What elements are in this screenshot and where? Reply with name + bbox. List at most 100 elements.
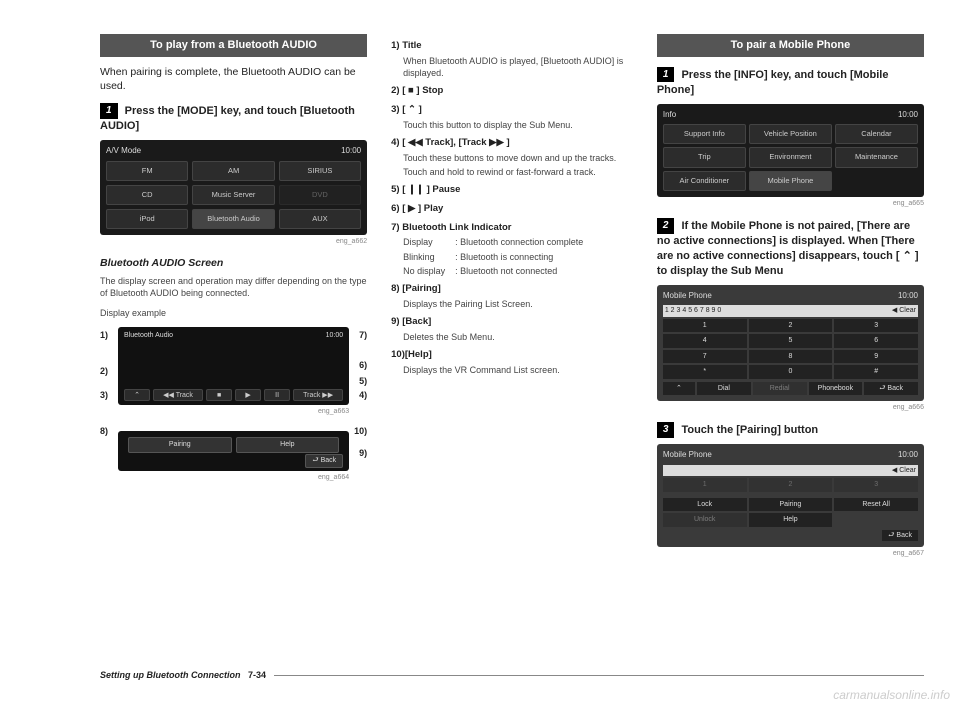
column-1: To play from a Bluetooth AUDIO When pair… [100, 34, 367, 567]
fig-title: Info [663, 110, 676, 121]
def-7-t: 7) Bluetooth Link Indicator [391, 222, 633, 235]
c3-step-2: 2 If the Mobile Phone is not paired, [Th… [657, 218, 924, 278]
definition-list: 1) Title When Bluetooth AUDIO is played,… [391, 40, 633, 376]
subhead-bt-audio-screen: Bluetooth AUDIO Screen [100, 256, 367, 270]
label-6: 6) [359, 359, 367, 371]
screen-b: Pairing Help ⮐ Back [118, 431, 349, 471]
ctrl-pause: II [264, 389, 290, 401]
step-text: Press the [INFO] key, and touch [Mobile … [657, 69, 889, 96]
step-text: If the Mobile Phone is not paired, [Ther… [657, 220, 919, 277]
btn-help: Help [236, 437, 340, 452]
label-2: 2) [100, 365, 108, 377]
def-7-l1: Display: Bluetooth connection complete [403, 236, 633, 248]
watermark: carmanualsonline.info [833, 688, 950, 702]
fig-time: 10:00 [898, 110, 918, 121]
btn-reset: Reset All [834, 498, 918, 511]
btn-unlock: Unlock [663, 513, 747, 526]
callout-figure: 1) 2) 3) 7) 6) 5) 4) Bluetooth Audio 10:… [100, 327, 367, 482]
btn-pairing: Pairing [128, 437, 232, 452]
btn-back2: ⮐ Back [882, 530, 918, 541]
mode-dvd: DVD [279, 185, 361, 205]
c3-step-1: 1 Press the [INFO] key, and touch [Mobil… [657, 67, 924, 98]
def-8-t: 8) [Pairing] [391, 283, 633, 296]
def-8-d: Displays the Pairing List Screen. [403, 298, 633, 310]
info-support: Support Info [663, 124, 746, 144]
def-6-t: 6) [ ▶ ] Play [391, 203, 633, 216]
label-8: 8) [100, 425, 108, 437]
figure-pairing: Mobile Phone 10:00 ◀ Clear 123 Lock Pair… [657, 444, 924, 547]
def-2-t: 2) [ ■ ] Stop [391, 85, 633, 98]
step-number: 1 [100, 103, 118, 119]
def-10-d: Displays the VR Command List screen. [403, 364, 633, 376]
ctrl-stop: ■ [206, 389, 232, 401]
btn-pairing2: Pairing [749, 498, 833, 511]
screenA-time: 10:00 [326, 331, 344, 340]
def-3-d: Touch this button to display the Sub Men… [403, 119, 633, 131]
num-hdr-left: 1 2 3 4 5 6 7 8 9 0 [665, 306, 721, 315]
mode-music-server: Music Server [192, 185, 274, 205]
btn-phonebook: Phonebook [809, 382, 863, 395]
mode-am: AM [192, 161, 274, 181]
caption-a664: eng_a664 [118, 473, 349, 482]
btn-help2: Help [749, 513, 833, 526]
caption-a662: eng_a662 [100, 237, 367, 246]
label-7: 7) [359, 329, 367, 341]
ctrl-prev: ◀◀ Track [153, 389, 203, 401]
def-4-d: Touch these buttons to move down and up … [403, 152, 633, 164]
mode-fm: FM [106, 161, 188, 181]
def-9-d: Deletes the Sub Menu. [403, 331, 633, 343]
ctrl-next: Track ▶▶ [293, 389, 343, 401]
screenA-title: Bluetooth Audio [124, 331, 173, 340]
def-4-t: 4) [ ◀◀ Track], [Track ▶▶ ] [391, 137, 633, 150]
def-7-l3: No display: Bluetooth not connected [403, 265, 633, 277]
column-2: 1) Title When Bluetooth AUDIO is played,… [391, 34, 633, 567]
mode-bt-audio: Bluetooth Audio [192, 209, 274, 229]
def-3-t: 3) [ ⌃ ] [391, 104, 633, 117]
def-5-t: 5) [ ❙❙ ] Pause [391, 184, 633, 197]
btn-back: ⮐ Back [864, 382, 918, 395]
info-trip: Trip [663, 147, 746, 167]
label-3: 3) [100, 389, 108, 401]
ctrl-play: ▶ [235, 389, 261, 401]
sub-text: The display screen and operation may dif… [100, 275, 367, 299]
info-calendar: Calendar [835, 124, 918, 144]
caption-a663: eng_a663 [118, 407, 349, 416]
intro-text: When pairing is complete, the Bluetooth … [100, 65, 367, 93]
info-maint: Maintenance [835, 147, 918, 167]
fig-time: 10:00 [898, 450, 918, 461]
num-hdr-clear: ◀ Clear [892, 306, 916, 315]
section-header-bt-audio: To play from a Bluetooth AUDIO [100, 34, 367, 57]
caption-a666: eng_a666 [657, 403, 924, 412]
btn-dial: Dial [697, 382, 751, 395]
fig-time: 10:00 [898, 291, 918, 302]
def-1-t: 1) Title [391, 40, 633, 53]
info-ac: Air Conditioner [663, 171, 746, 191]
label-10: 10) [354, 425, 367, 437]
label-1: 1) [100, 329, 108, 341]
figure-info: Info 10:00 Support Info Vehicle Position… [657, 104, 924, 197]
num-hdr-clear: ◀ Clear [892, 466, 916, 475]
section-header-pair: To pair a Mobile Phone [657, 34, 924, 57]
step-1: 1 Press the [MODE] key, and touch [Bluet… [100, 103, 367, 134]
label-4: 4) [359, 389, 367, 401]
figure-dialpad: Mobile Phone 10:00 1 2 3 4 5 6 7 8 9 0 ◀… [657, 285, 924, 401]
def-4-d2: Touch and hold to rewind or fast-forward… [403, 166, 633, 178]
fig-title: Mobile Phone [663, 450, 712, 461]
c3-step-3: 3 Touch the [Pairing] button [657, 422, 924, 438]
def-1-d: When Bluetooth AUDIO is played, [Bluetoo… [403, 55, 633, 79]
ctrl-up: ⌃ [124, 389, 150, 401]
def-10-t: 10)[Help] [391, 349, 633, 362]
def-7-l2: Blinking: Bluetooth is connecting [403, 251, 633, 263]
label-5: 5) [359, 375, 367, 387]
def-9-t: 9) [Back] [391, 316, 633, 329]
info-mobile: Mobile Phone [749, 171, 832, 191]
column-3: To pair a Mobile Phone 1 Press the [INFO… [657, 34, 924, 567]
page-footer: Setting up Bluetooth Connection 7-34 [100, 670, 924, 680]
step-number: 1 [657, 67, 675, 83]
step-text: Press the [MODE] key, and touch [Bluetoo… [100, 105, 355, 132]
btn-redial: Redial [753, 382, 807, 395]
fig-time: 10:00 [341, 146, 361, 157]
mode-ipod: iPod [106, 209, 188, 229]
step-number: 2 [657, 218, 675, 234]
btn-back: ⮐ Back [305, 454, 343, 467]
